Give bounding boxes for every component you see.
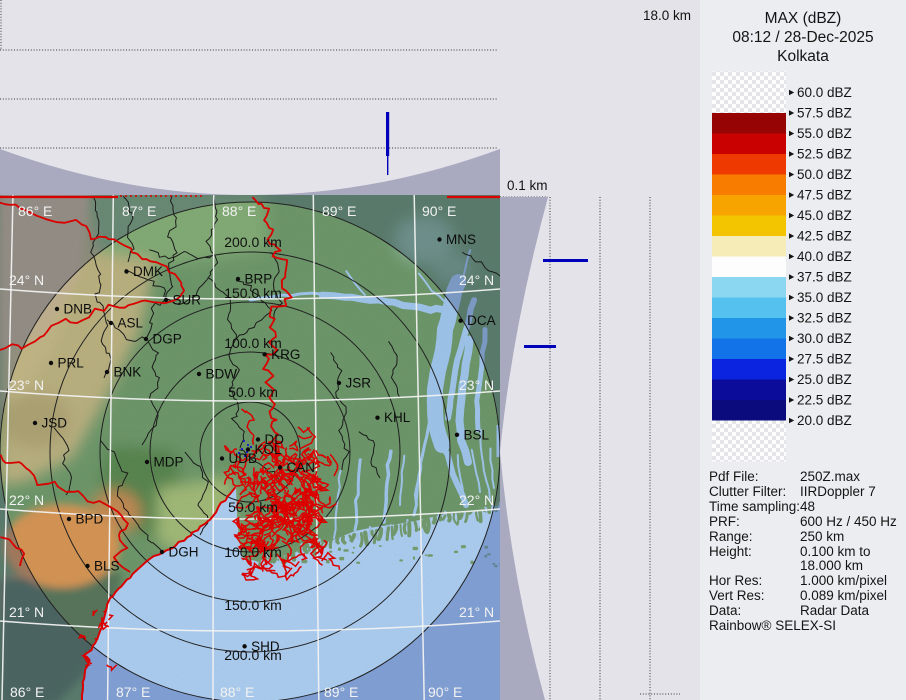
svg-text:25.0 dBZ: 25.0 dBZ — [797, 372, 852, 387]
svg-text:Vert Res:: Vert Res: — [709, 588, 765, 603]
svg-text:47.5 dBZ: 47.5 dBZ — [797, 188, 852, 203]
svg-text:60.0 dBZ: 60.0 dBZ — [797, 85, 852, 100]
svg-text:20.0 dBZ: 20.0 dBZ — [797, 413, 852, 428]
svg-text:18.0 km: 18.0 km — [643, 8, 691, 23]
svg-text:Kolkata: Kolkata — [777, 48, 829, 65]
svg-text:08:12 / 28-Dec-2025: 08:12 / 28-Dec-2025 — [732, 29, 873, 46]
svg-text:30.0 dBZ: 30.0 dBZ — [797, 331, 852, 346]
svg-text:Radar Data: Radar Data — [800, 603, 870, 618]
svg-text:55.0 dBZ: 55.0 dBZ — [797, 126, 852, 141]
svg-text:1.000 km/pixel: 1.000 km/pixel — [800, 573, 887, 588]
svg-text:22.5 dBZ: 22.5 dBZ — [797, 393, 852, 408]
svg-text:42.5 dBZ: 42.5 dBZ — [797, 229, 852, 244]
svg-text:250Z.max: 250Z.max — [800, 469, 860, 484]
svg-text:45.0 dBZ: 45.0 dBZ — [797, 208, 852, 223]
svg-text:Rainbow® SELEX-SI: Rainbow® SELEX-SI — [709, 618, 836, 633]
svg-text:40.0 dBZ: 40.0 dBZ — [797, 249, 852, 264]
svg-text:IIRDoppler 7: IIRDoppler 7 — [800, 484, 876, 499]
svg-text:Height:: Height: — [709, 544, 752, 559]
svg-text:57.5 dBZ: 57.5 dBZ — [797, 106, 852, 121]
svg-text:0.1 km: 0.1 km — [507, 178, 548, 193]
svg-text:18.000 km: 18.000 km — [800, 558, 863, 573]
svg-text:Clutter Filter:: Clutter Filter: — [709, 484, 786, 499]
svg-text:52.5 dBZ: 52.5 dBZ — [797, 147, 852, 162]
svg-text:250 km: 250 km — [800, 529, 844, 544]
svg-text:37.5 dBZ: 37.5 dBZ — [797, 270, 852, 285]
svg-text:PRF:: PRF: — [709, 514, 740, 529]
svg-text:MAX (dBZ): MAX (dBZ) — [765, 10, 842, 27]
svg-text:Hor Res:: Hor Res: — [709, 573, 762, 588]
svg-text:Range:: Range: — [709, 529, 753, 544]
svg-text:32.5 dBZ: 32.5 dBZ — [797, 311, 852, 326]
svg-text:27.5 dBZ: 27.5 dBZ — [797, 352, 852, 367]
svg-text:50.0 dBZ: 50.0 dBZ — [797, 167, 852, 182]
svg-text:35.0 dBZ: 35.0 dBZ — [797, 290, 852, 305]
svg-text:Data:: Data: — [709, 603, 741, 618]
svg-text:0.089 km/pixel: 0.089 km/pixel — [800, 588, 887, 603]
svg-text:0.100 km to: 0.100 km to — [800, 544, 871, 559]
svg-text:600 Hz / 450 Hz: 600 Hz / 450 Hz — [800, 514, 897, 529]
svg-text:Pdf File:: Pdf File: — [709, 469, 759, 484]
svg-text:Time sampling:48: Time sampling:48 — [709, 499, 815, 514]
